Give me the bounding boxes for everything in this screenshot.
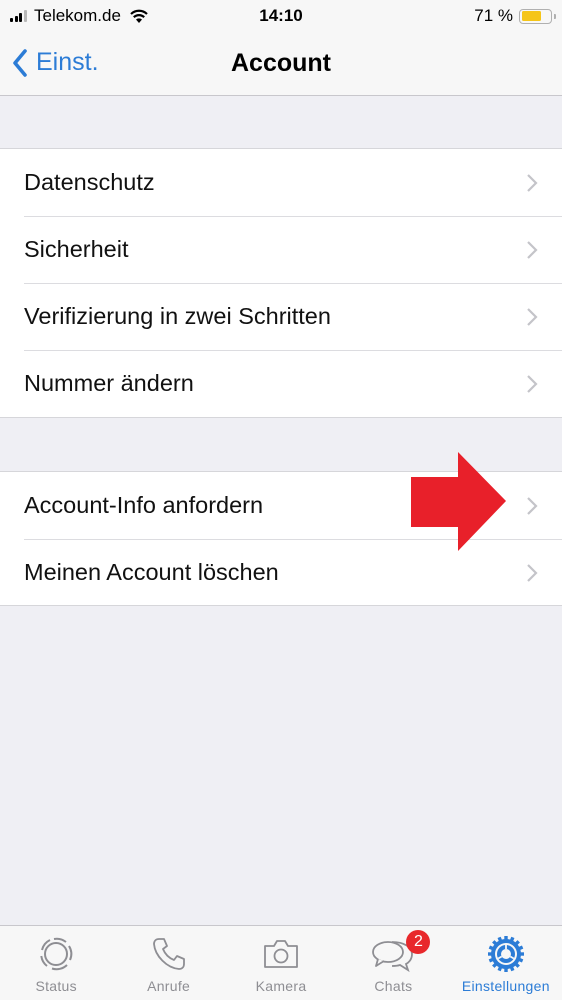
signal-strength-icon xyxy=(10,10,28,22)
row-datenschutz[interactable]: Datenschutz xyxy=(0,149,562,216)
status-right: 71 % xyxy=(474,6,556,26)
battery-icon xyxy=(519,8,556,24)
navigation-bar: Einst. Account xyxy=(0,33,562,96)
status-left: Telekom.de xyxy=(10,6,149,26)
battery-percentage: 71 % xyxy=(474,6,513,25)
back-button[interactable]: Einst. xyxy=(12,48,99,77)
chevron-left-icon xyxy=(13,48,27,77)
row-sicherheit[interactable]: Sicherheit xyxy=(0,216,562,283)
row-change-number[interactable]: Nummer ändern xyxy=(0,350,562,417)
status-bar: Telekom.de 14:10 71 % xyxy=(0,0,562,33)
chevron-right-icon xyxy=(527,174,538,192)
tab-bar: Status Anrufe Kamera 2 Chats Einstellung… xyxy=(0,925,562,1000)
chevron-right-icon xyxy=(527,497,538,515)
tab-label: Status xyxy=(35,978,77,994)
tab-label: Kamera xyxy=(255,978,307,994)
row-label: Meinen Account löschen xyxy=(24,559,279,585)
status-icon xyxy=(40,937,73,971)
wifi-icon xyxy=(130,9,148,23)
tab-kamera[interactable]: Kamera xyxy=(225,926,337,1000)
unread-badge: 2 xyxy=(406,930,431,954)
battery-fill xyxy=(521,11,541,21)
tab-anrufe[interactable]: Anrufe xyxy=(112,926,224,1000)
phone-icon xyxy=(152,938,185,970)
chevron-right-icon xyxy=(527,564,538,582)
row-label: Account-Info anfordern xyxy=(24,492,264,518)
red-arrow-annotation-icon xyxy=(411,452,506,551)
settings-gear-icon xyxy=(487,936,524,972)
chevron-right-icon xyxy=(527,241,538,259)
tab-label: Anrufe xyxy=(147,978,191,994)
camera-icon xyxy=(264,940,298,968)
tab-chats[interactable]: 2 Chats xyxy=(337,926,449,1000)
row-label: Nummer ändern xyxy=(24,370,194,396)
back-button-label: Einst. xyxy=(36,48,99,76)
carrier-name: Telekom.de xyxy=(34,6,121,25)
tab-label: Einstellungen xyxy=(461,978,550,994)
chevron-right-icon xyxy=(527,308,538,326)
settings-group-account: Datenschutz Sicherheit Verifizierung in … xyxy=(0,148,562,418)
row-two-step-verification[interactable]: Verifizierung in zwei Schritten xyxy=(0,283,562,350)
battery-tip xyxy=(553,13,556,19)
tab-status[interactable]: Status xyxy=(0,926,112,1000)
tab-label: Chats xyxy=(374,978,413,994)
row-label: Sicherheit xyxy=(24,236,129,262)
row-label: Verifizierung in zwei Schritten xyxy=(24,303,331,329)
row-label: Datenschutz xyxy=(24,169,155,195)
chevron-right-icon xyxy=(527,375,538,393)
tab-einstellungen[interactable]: Einstellungen xyxy=(450,926,562,1000)
